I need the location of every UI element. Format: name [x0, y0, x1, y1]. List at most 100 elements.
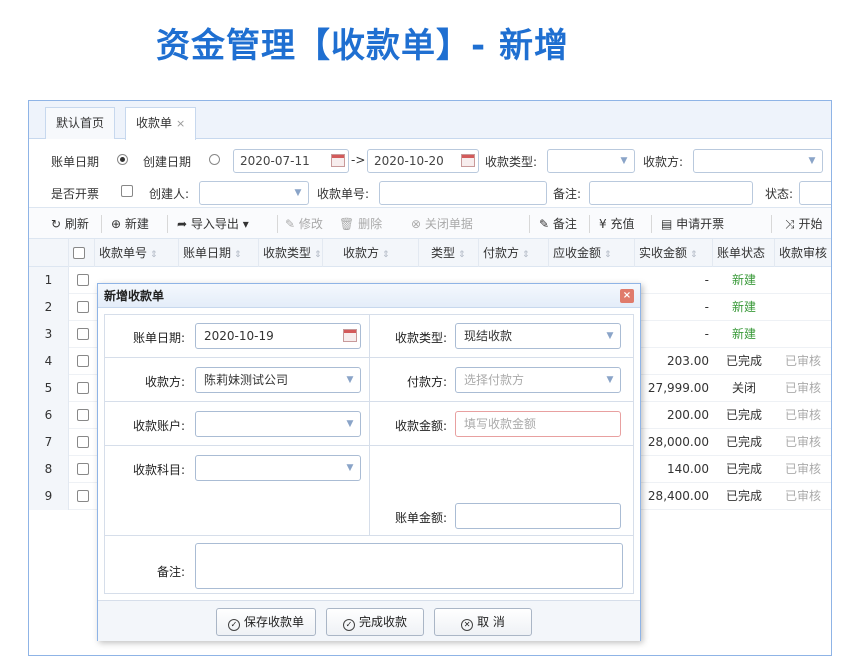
col-receivable[interactable]: 应收金额 ⇕	[549, 239, 635, 267]
invoice-button[interactable]: ▤ 申请开票	[661, 208, 724, 240]
toolbar-divider	[529, 215, 530, 233]
date-to-input[interactable]: 2020-10-20	[367, 149, 479, 173]
status-cell: 已完成	[725, 489, 762, 503]
bill-amount-input[interactable]	[455, 503, 621, 529]
delete-button[interactable]: 🗑 删除	[339, 208, 382, 240]
remark-button[interactable]: ✎ 备注	[539, 208, 577, 240]
trash-icon: 🗑	[339, 217, 355, 231]
status-cell: 新建	[731, 300, 756, 314]
payee-select[interactable]: 陈莉妹测试公司 ▼	[195, 367, 361, 393]
chevron-down-icon: ▼	[346, 375, 354, 385]
sort-icon: ⇕	[234, 250, 242, 260]
bill-date-input[interactable]: 2020-10-19	[195, 323, 361, 349]
complete-receipt-button[interactable]: ✓ 完成收款	[326, 608, 424, 636]
edit-button[interactable]: ✎ 修改	[285, 208, 323, 240]
row-number: 9	[29, 483, 69, 510]
row-checkbox[interactable]	[77, 267, 89, 294]
sort-icon: ⇕	[382, 250, 390, 260]
shuffle-icon: ⤨	[785, 217, 795, 231]
receipt-type-select[interactable]: 现结收款 ▼	[455, 323, 621, 349]
chevron-down-icon: ▼	[808, 156, 816, 166]
row-checkbox[interactable]	[77, 483, 89, 510]
chevron-down-icon: ▼	[620, 156, 628, 166]
account-label: 收款账户:	[132, 419, 185, 433]
col-audit[interactable]: 收款审核	[775, 239, 831, 267]
tab-close-icon[interactable]: ×	[176, 117, 185, 130]
rownum-header	[29, 239, 69, 267]
col-received[interactable]: 实收金额 ⇕	[635, 239, 713, 267]
row-number: 3	[29, 321, 69, 348]
chevron-down-icon: ▼	[346, 463, 354, 473]
invoiced-label: 是否开票	[51, 187, 100, 201]
payee-filter-select[interactable]: ▼	[693, 149, 823, 173]
close-icon[interactable]: ×	[620, 289, 634, 303]
receipt-no-input[interactable]	[379, 181, 547, 205]
row-checkbox[interactable]	[77, 348, 89, 375]
remark-filter-input[interactable]	[589, 181, 753, 205]
refresh-button[interactable]: ↻ 刷新	[51, 208, 89, 240]
creator-select[interactable]: ▼	[199, 181, 309, 205]
col-payee[interactable]: 收款方 ⇕	[323, 239, 419, 267]
checkbox-icon	[77, 274, 89, 286]
tab-bar: 默认首页 收款单 ×	[29, 101, 831, 140]
tab-home[interactable]: 默认首页	[45, 107, 116, 139]
date-range-arrow: ->	[351, 153, 366, 167]
row-checkbox[interactable]	[77, 294, 89, 321]
close-bill-button[interactable]: ⊗ 关闭单据	[411, 208, 473, 240]
invoiced-checkbox[interactable]	[121, 184, 133, 198]
status-filter-select[interactable]	[799, 181, 831, 205]
subject-select[interactable]: ▼	[195, 455, 361, 481]
date-from-input[interactable]: 2020-07-11	[233, 149, 349, 173]
col-receipt-type[interactable]: 收款类型 ⇕	[259, 239, 323, 267]
bill-date-radio[interactable]	[117, 153, 128, 167]
toolbar: ↻ 刷新 ⊕ 新建 ➦ 导入导出 ▾ ✎ 修改 🗑 删除 ⊗ 关闭单据 ✎ 备注…	[29, 207, 831, 240]
row-number: 6	[29, 402, 69, 429]
dialog-footer: ✓ 保存收款单 ✓ 完成收款 ✕ 取 消	[98, 600, 640, 641]
row-checkbox[interactable]	[77, 429, 89, 456]
row-checkbox[interactable]	[77, 402, 89, 429]
payee-label: 收款方:	[144, 375, 185, 389]
dialog-form: 账单日期: 2020-10-19 收款类型: 现结收款 ▼ 收款方: 陈莉妹测试公…	[104, 314, 634, 594]
calendar-icon[interactable]	[343, 329, 357, 342]
start-button[interactable]: ⤨ 开始	[785, 208, 822, 240]
receipt-type-label: 收款类型:	[485, 155, 538, 169]
row-checkbox[interactable]	[77, 456, 89, 483]
audit-cell: 已审核	[785, 462, 822, 476]
calendar-icon[interactable]	[331, 154, 345, 167]
import-export-button[interactable]: ➦ 导入导出 ▾	[177, 208, 249, 240]
grid-header: 收款单号 ⇕ 账单日期 ⇕ 收款类型 ⇕ 收款方 ⇕ 类型 ⇕ 付款方 ⇕ 应收金额 ⇕ 实收…	[29, 239, 831, 267]
col-bill-date[interactable]: 账单日期 ⇕	[179, 239, 259, 267]
calendar-icon[interactable]	[461, 154, 475, 167]
sort-icon: ⇕	[314, 250, 322, 260]
select-all-checkbox[interactable]	[69, 239, 95, 267]
app-window: 默认首页 收款单 × 账单日期 创建日期 2020-07-11 -> 2020-1…	[28, 100, 832, 656]
payer-select[interactable]: 选择付款方 ▼	[455, 367, 621, 393]
remark-textarea[interactable]	[195, 543, 623, 589]
form-divider	[105, 401, 633, 402]
filter-panel: 账单日期 创建日期 2020-07-11 -> 2020-10-20 收款类型:…	[29, 139, 831, 205]
col-type[interactable]: 类型 ⇕	[419, 239, 479, 267]
account-select[interactable]: ▼	[195, 411, 361, 437]
bill-date-label: 账单日期:	[132, 331, 185, 345]
receipt-type-select[interactable]: ▼	[547, 149, 635, 173]
row-checkbox[interactable]	[77, 375, 89, 402]
save-receipt-button[interactable]: ✓ 保存收款单	[216, 608, 316, 636]
sort-icon: ⇕	[458, 250, 466, 260]
cancel-button[interactable]: ✕ 取 消	[434, 608, 532, 636]
received-amount-cell: 28,400.00	[647, 489, 709, 503]
received-amount-cell: 27,999.00	[647, 381, 709, 395]
col-payer[interactable]: 付款方 ⇕	[479, 239, 549, 267]
x-circle-icon: ✕	[461, 619, 474, 631]
new-button[interactable]: ⊕ 新建	[111, 208, 149, 240]
amount-input[interactable]: 填写收款金额	[455, 411, 621, 437]
tab-receipts[interactable]: 收款单 ×	[125, 107, 197, 140]
caret-down-icon: ▾	[242, 217, 249, 231]
col-receipt-no[interactable]: 收款单号 ⇕	[95, 239, 179, 267]
create-date-radio[interactable]	[209, 153, 220, 167]
audit-cell: 已审核	[785, 489, 822, 503]
checkbox-icon	[77, 355, 89, 367]
col-status[interactable]: 账单状态	[713, 239, 775, 267]
data-grid: 收款单号 ⇕ 账单日期 ⇕ 收款类型 ⇕ 收款方 ⇕ 类型 ⇕ 付款方 ⇕ 应收金额 ⇕ 实收…	[29, 239, 831, 510]
recharge-button[interactable]: ¥ 充值	[599, 208, 634, 240]
row-checkbox[interactable]	[77, 321, 89, 348]
